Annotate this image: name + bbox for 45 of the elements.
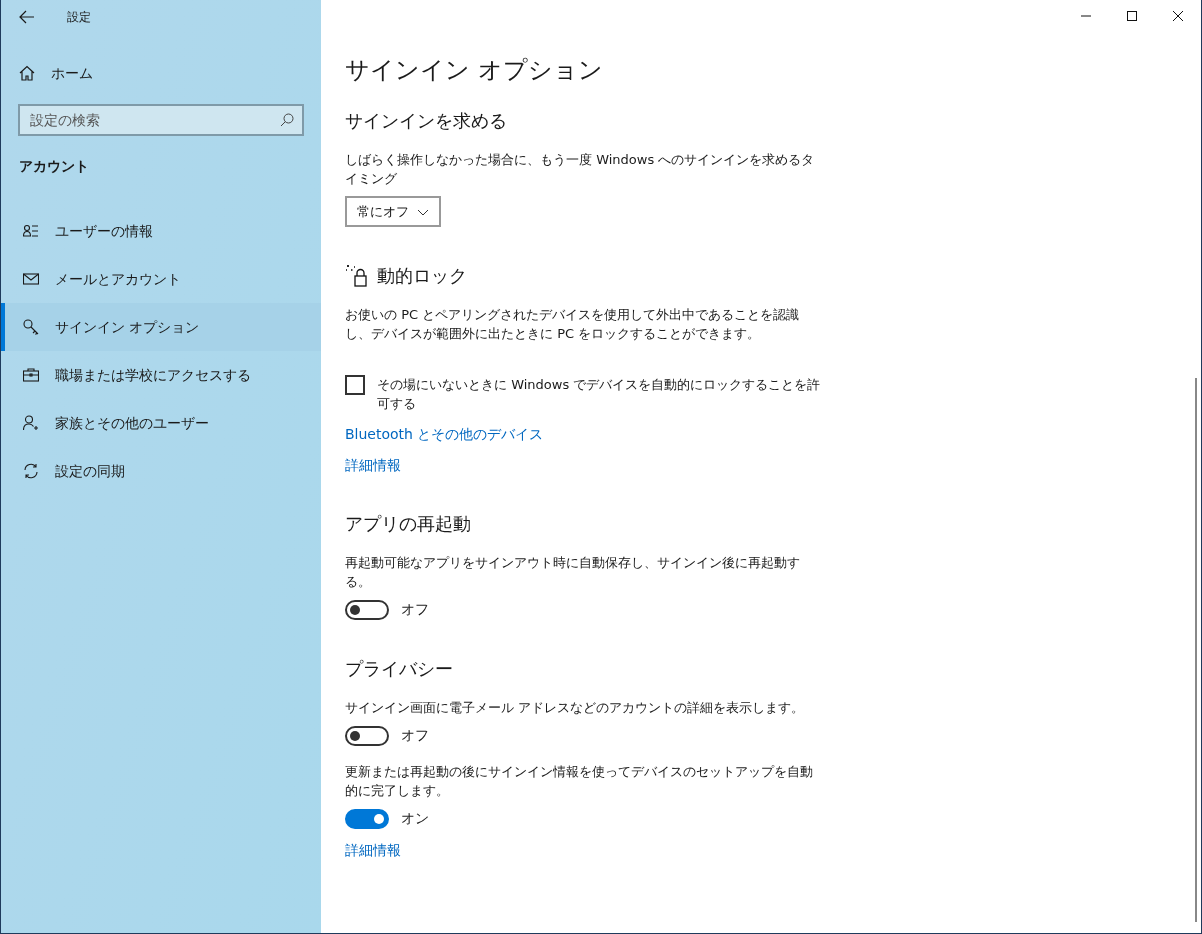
link[interactable]: 詳細情報: [345, 456, 401, 475]
toggle-switch[interactable]: [345, 725, 389, 746]
home-icon: [19, 65, 35, 81]
close-icon: [1173, 11, 1183, 21]
nav-item[interactable]: 職場または学校にアクセスする: [1, 351, 321, 399]
add-person-icon: [23, 415, 39, 431]
nav-item[interactable]: ユーザーの情報: [1, 207, 321, 255]
link[interactable]: 詳細情報: [345, 841, 401, 860]
description-text: 更新または再起動の後にサインイン情報を使ってデバイスのセットアップを自動的に完了します。: [345, 763, 814, 800]
maximize-icon: [1127, 11, 1137, 21]
section-heading: プライバシー: [345, 657, 453, 681]
toggle-state: オフ: [401, 726, 429, 745]
checkbox[interactable]: [345, 375, 365, 395]
nav-item[interactable]: 設定の同期: [1, 447, 321, 495]
section-heading: アカウント: [18, 157, 90, 176]
section-heading: アプリの再起動: [345, 512, 471, 536]
envelope-icon: [23, 271, 39, 287]
person-list-icon: [23, 223, 39, 239]
dropdown[interactable]: 常にオフ: [345, 196, 441, 227]
description-text: 再起動可能なアプリをサインアウト時に自動保存し、サインイン後に再起動する。: [345, 554, 801, 591]
back-arrow-icon[interactable]: [19, 9, 35, 25]
sync-icon: [23, 463, 39, 479]
description-text: サインイン画面に電子メール アドレスなどのアカウントの詳細を表示します。: [345, 699, 806, 717]
sparkle-lock-icon: [345, 264, 369, 288]
search-field[interactable]: 設定の検索: [18, 104, 304, 136]
toggle-switch[interactable]: [345, 808, 389, 829]
section-heading: サインインを求める: [345, 109, 507, 133]
page-title: サインイン オプション: [345, 55, 604, 86]
toggle-state: オフ: [401, 600, 429, 619]
section-heading: 動的ロック: [377, 264, 467, 288]
description-text: しばらく操作しなかった場合に、もう一度 Windows へのサインインを求めるタイミング: [345, 151, 816, 188]
nav-item[interactable]: サインイン オプション: [1, 303, 321, 351]
briefcase-icon: [23, 367, 39, 383]
description-text: お使いの PC とペアリングされたデバイスを使用して外出中であることを認識し、デバイスが範囲外に出たときに PC をロックすることができます。: [345, 306, 801, 343]
window-title: 設定: [67, 9, 91, 26]
link[interactable]: Bluetooth とその他のデバイス: [345, 425, 544, 444]
scrollbar[interactable]: [1195, 378, 1197, 922]
nav-item[interactable]: 家族とその他のユーザー: [1, 399, 321, 447]
toggle-state: オン: [401, 809, 429, 828]
search-icon: [280, 113, 294, 127]
nav-item[interactable]: メールとアカウント: [1, 255, 321, 303]
checkbox-label: その場にいないときに Windows でデバイスを自動的にロックすることを許可する: [377, 376, 822, 413]
toggle-switch[interactable]: [345, 599, 389, 620]
home-link[interactable]: ホーム: [51, 62, 93, 84]
key-icon: [23, 319, 39, 335]
